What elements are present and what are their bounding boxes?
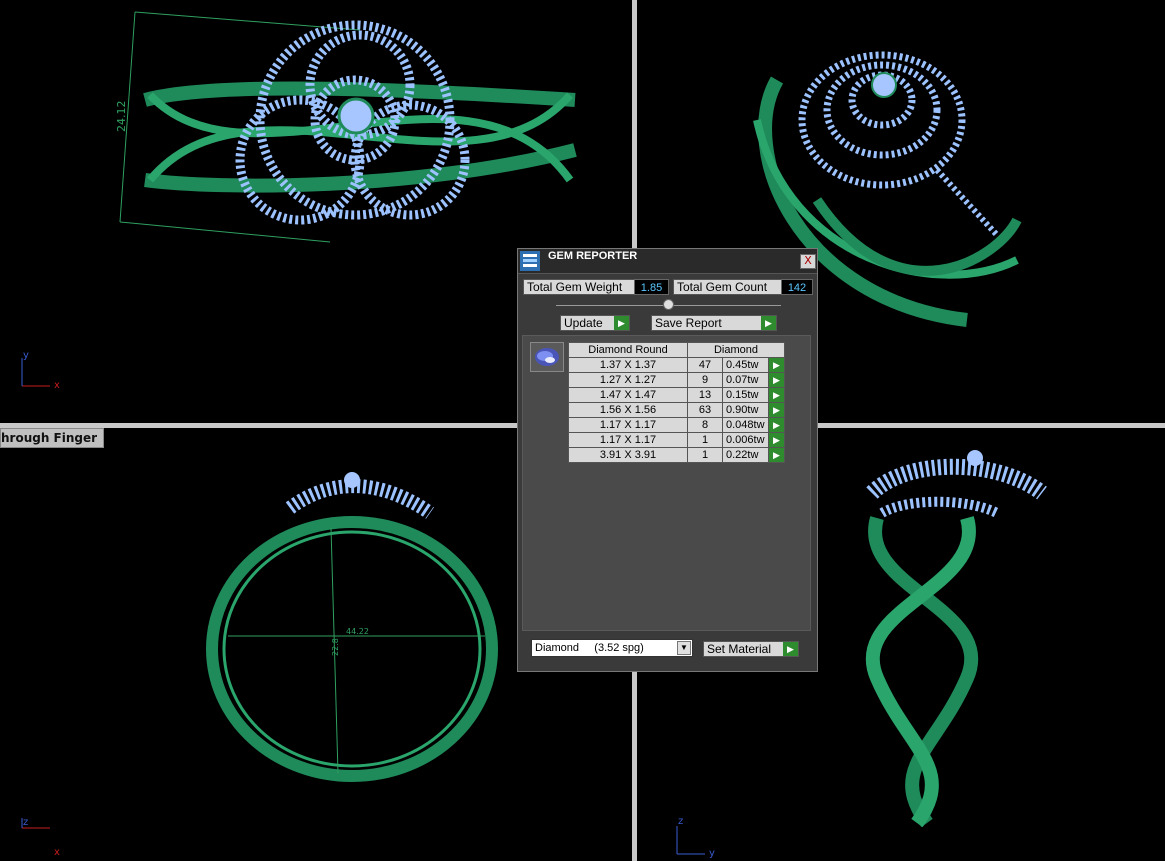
dimension-label: 24.12 bbox=[115, 101, 128, 133]
table-row[interactable]: 1.47 X 1.47 13 0.15tw ▶ bbox=[568, 387, 785, 403]
svg-text:x: x bbox=[54, 380, 60, 391]
select-gems-icon[interactable]: ▶ bbox=[768, 357, 785, 373]
table-row[interactable]: 1.56 X 1.56 63 0.90tw ▶ bbox=[568, 402, 785, 418]
gem-count: 8 bbox=[687, 417, 723, 433]
gem-reporter-title: GEM REPORTER bbox=[548, 250, 638, 262]
chevron-down-icon: ▼ bbox=[677, 641, 691, 655]
svg-text:22.8: 22.8 bbox=[331, 638, 340, 656]
column-header-material: Diamond bbox=[687, 342, 785, 358]
column-header-shape: Diamond Round bbox=[568, 342, 688, 358]
gem-weight: 0.15tw bbox=[722, 387, 769, 403]
select-gems-icon[interactable]: ▶ bbox=[768, 417, 785, 433]
select-gems-icon[interactable]: ▶ bbox=[768, 432, 785, 448]
gem-reporter-window: GEM REPORTER X Total Gem Weight 1.85 Tot… bbox=[517, 248, 818, 672]
total-gem-count-value: 142 bbox=[781, 279, 813, 295]
select-gems-icon[interactable]: ▶ bbox=[768, 402, 785, 418]
select-gems-icon[interactable]: ▶ bbox=[768, 387, 785, 403]
select-gems-icon[interactable]: ▶ bbox=[768, 447, 785, 463]
svg-text:x: x bbox=[54, 847, 60, 858]
gem-count: 1 bbox=[687, 447, 723, 463]
svg-text:z: z bbox=[23, 817, 28, 828]
gem-size: 1.17 X 1.17 bbox=[568, 432, 688, 448]
gem-size: 1.56 X 1.56 bbox=[568, 402, 688, 418]
total-gem-weight-value: 1.85 bbox=[634, 279, 669, 295]
svg-text:z: z bbox=[678, 816, 683, 827]
gem-size: 3.91 X 3.91 bbox=[568, 447, 688, 463]
gem-reporter-titlebar[interactable]: GEM REPORTER X bbox=[518, 249, 817, 274]
collapse-toggle-icon[interactable] bbox=[663, 299, 674, 310]
update-button-label: Update bbox=[564, 316, 603, 330]
gem-weight: 0.048tw bbox=[722, 417, 769, 433]
set-material-button[interactable]: Set Material ▶ bbox=[703, 641, 799, 657]
play-arrow-icon: ▶ bbox=[614, 316, 629, 330]
gem-table: Diamond Round Diamond 1.37 X 1.37 47 0.4… bbox=[568, 342, 785, 463]
gem-size: 1.47 X 1.47 bbox=[568, 387, 688, 403]
set-material-button-label: Set Material bbox=[707, 642, 772, 656]
material-select-value: Diamond (3.52 spg) bbox=[535, 642, 644, 654]
total-gem-count-field: Total Gem Count 142 bbox=[673, 279, 813, 295]
table-row[interactable]: 1.17 X 1.17 1 0.006tw ▶ bbox=[568, 432, 785, 448]
gem-weight: 0.07tw bbox=[722, 372, 769, 388]
table-row[interactable]: 1.37 X 1.37 47 0.45tw ▶ bbox=[568, 357, 785, 373]
gem-weight: 0.22tw bbox=[722, 447, 769, 463]
close-icon[interactable]: X bbox=[800, 254, 816, 269]
gem-size: 1.17 X 1.17 bbox=[568, 417, 688, 433]
gem-weight: 0.45tw bbox=[722, 357, 769, 373]
select-gems-icon[interactable]: ▶ bbox=[768, 372, 785, 388]
total-gem-weight-field: Total Gem Weight 1.85 bbox=[523, 279, 669, 295]
table-row[interactable]: 3.91 X 3.91 1 0.22tw ▶ bbox=[568, 447, 785, 463]
save-report-button[interactable]: Save Report ▶ bbox=[651, 315, 777, 331]
play-arrow-icon: ▶ bbox=[761, 316, 776, 330]
diamond-round-icon[interactable] bbox=[530, 342, 564, 372]
material-select[interactable]: Diamond (3.52 spg) ▼ bbox=[531, 639, 693, 657]
svg-text:44.22: 44.22 bbox=[346, 627, 369, 636]
table-row[interactable]: 1.27 X 1.27 9 0.07tw ▶ bbox=[568, 372, 785, 388]
update-button[interactable]: Update ▶ bbox=[560, 315, 630, 331]
svg-text:y: y bbox=[709, 848, 715, 859]
gem-count: 9 bbox=[687, 372, 723, 388]
gem-weight: 0.90tw bbox=[722, 402, 769, 418]
total-gem-weight-label: Total Gem Weight bbox=[527, 280, 623, 294]
table-row[interactable]: 1.17 X 1.17 8 0.048tw ▶ bbox=[568, 417, 785, 433]
gem-count: 63 bbox=[687, 402, 723, 418]
gem-list-panel: Diamond Round Diamond 1.37 X 1.37 47 0.4… bbox=[522, 335, 811, 631]
total-gem-count-label: Total Gem Count bbox=[677, 280, 768, 294]
save-report-button-label: Save Report bbox=[655, 316, 722, 330]
gem-count: 13 bbox=[687, 387, 723, 403]
gem-count: 1 bbox=[687, 432, 723, 448]
play-arrow-icon: ▶ bbox=[783, 642, 798, 656]
gem-reporter-app-icon bbox=[520, 251, 540, 271]
gem-size: 1.27 X 1.27 bbox=[568, 372, 688, 388]
gem-count: 47 bbox=[687, 357, 723, 373]
gem-size: 1.37 X 1.37 bbox=[568, 357, 688, 373]
svg-text:y: y bbox=[23, 350, 29, 361]
gem-weight: 0.006tw bbox=[722, 432, 769, 448]
